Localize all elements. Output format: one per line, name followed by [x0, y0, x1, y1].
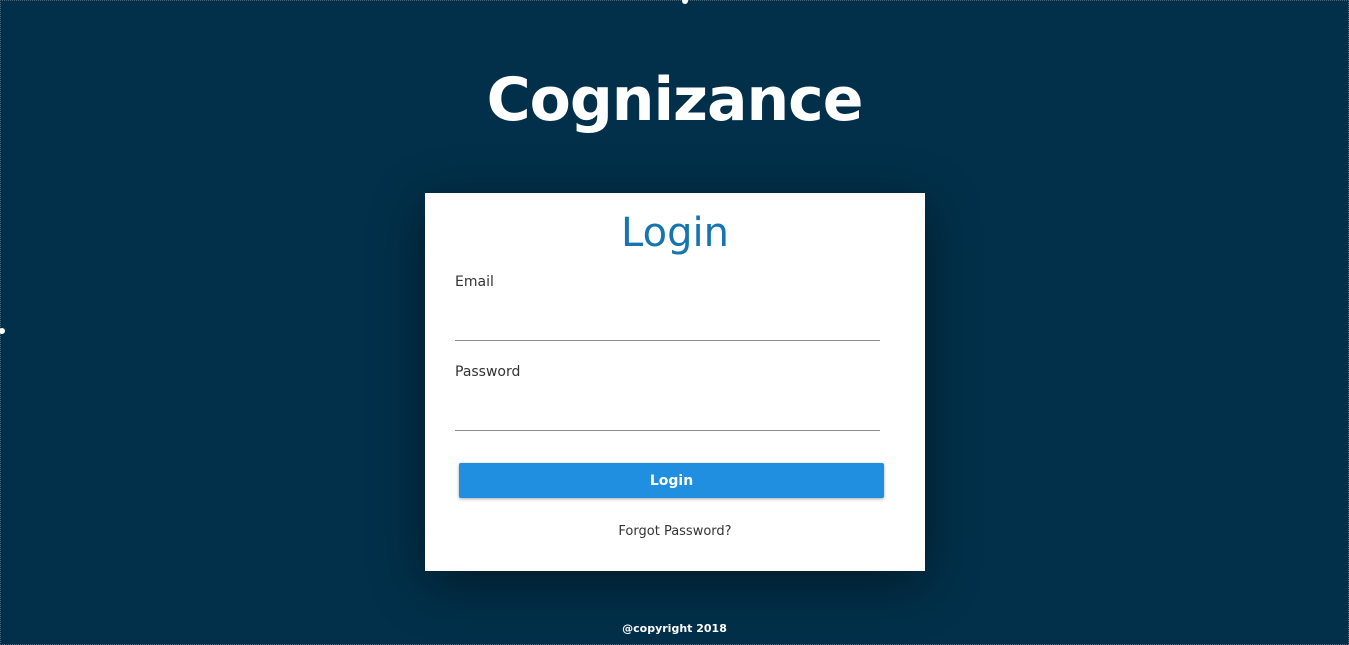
- login-card: Login Email Password Login Forgot Passwo…: [425, 193, 925, 571]
- password-label: Password: [455, 364, 521, 380]
- resize-handle-top[interactable]: [682, 0, 688, 4]
- email-label: Email: [455, 274, 494, 290]
- email-field[interactable]: [455, 310, 880, 341]
- forgot-password-row: Forgot Password?: [425, 524, 925, 540]
- password-field[interactable]: [455, 400, 880, 431]
- forgot-password-link[interactable]: Forgot Password?: [618, 524, 731, 540]
- footer-copyright: @copyright 2018: [622, 622, 727, 635]
- resize-handle-left[interactable]: [0, 328, 5, 334]
- login-heading: Login: [621, 210, 729, 256]
- app-title: Cognizance: [486, 65, 864, 135]
- login-button[interactable]: Login: [459, 463, 884, 498]
